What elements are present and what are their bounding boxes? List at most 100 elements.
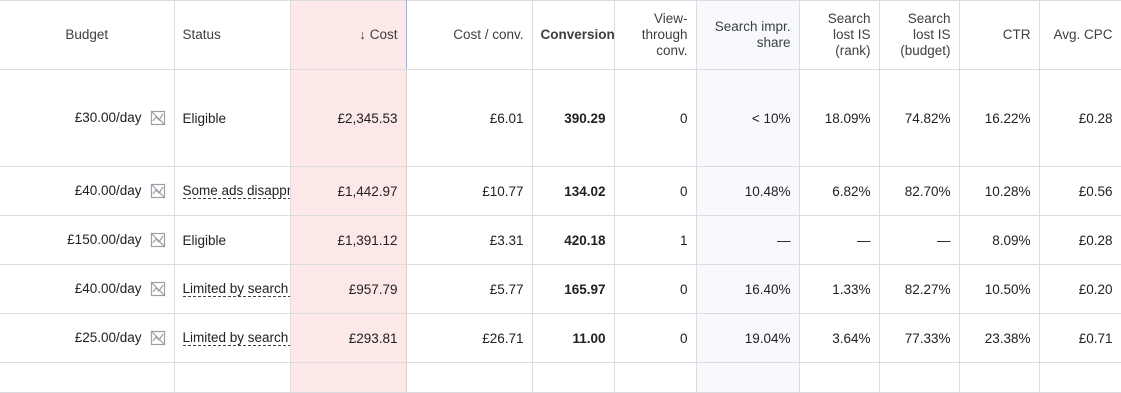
budget-chart-off-icon[interactable]: [150, 183, 166, 199]
cell-cost-per-conv: £6.01: [406, 69, 533, 167]
header-lost-is-budget[interactable]: Search lost IS (budget): [879, 0, 960, 70]
cell-avg-cpc: £0.56: [1039, 166, 1121, 216]
cell-budget[interactable]: £25.00/day: [0, 313, 175, 363]
cell-budget[interactable]: £40.00/day: [0, 166, 175, 216]
cell-ctr: 10.50%: [959, 264, 1040, 314]
cell-cost: £293.81: [289, 313, 407, 363]
cell-lost-is-budget: 82.70%: [879, 166, 960, 216]
budget-value[interactable]: £30.00/day: [75, 110, 142, 125]
cell-ctr: 10.28%: [959, 166, 1040, 216]
cell-budget[interactable]: £40.00/day: [0, 264, 175, 314]
cell-status: Eligible: [174, 215, 291, 265]
budget-value[interactable]: £150.00/day: [67, 232, 141, 247]
cell-budget[interactable]: £150.00/day: [0, 215, 175, 265]
cell-view-through: 0: [614, 264, 697, 314]
status-text[interactable]: Limited by search volume: [182, 331, 289, 346]
header-view-through[interactable]: View-through conv.: [614, 0, 697, 70]
budget-value[interactable]: £40.00/day: [75, 183, 142, 198]
empty-cell: [406, 362, 533, 393]
cell-lost-is-rank: 1.33%: [799, 264, 880, 314]
cell-cost-per-conv: £3.31: [406, 215, 533, 265]
header-cost-label: Cost: [369, 27, 398, 42]
cell-lost-is-rank: 18.09%: [799, 69, 880, 167]
cell-search-impr-share: 16.40%: [696, 264, 800, 314]
table-row[interactable]: £30.00/day Eligible £2,345.53 £6.01 390.29 0 <…: [0, 69, 1121, 167]
cell-cost-per-conv: £5.77: [406, 264, 533, 314]
empty-cell: [614, 362, 697, 393]
status-text: Eligible: [182, 232, 227, 248]
cell-cost: £2,345.53: [289, 69, 407, 167]
empty-cell: [879, 362, 960, 393]
cell-cost: £957.79: [289, 264, 407, 314]
cell-search-impr-share: 19.04%: [696, 313, 800, 363]
cell-avg-cpc: £0.71: [1039, 313, 1121, 363]
table-row[interactable]: £40.00/daySome ads disapproved£1,442.97£…: [0, 166, 1121, 216]
cell-avg-cpc: £0.28: [1039, 69, 1121, 167]
cell-lost-is-budget: 82.27%: [879, 264, 960, 314]
header-avg-cpc[interactable]: Avg. CPC: [1039, 0, 1121, 70]
cell-view-through: 0: [614, 69, 697, 167]
cell-status: Eligible: [174, 69, 291, 167]
status-text: Eligible: [182, 110, 227, 126]
arrow-down-icon: ↓: [359, 27, 366, 42]
table-row: [0, 362, 1121, 393]
cell-lost-is-budget: 74.82%: [879, 69, 960, 167]
cell-avg-cpc: £0.28: [1039, 215, 1121, 265]
cell-cost-per-conv: £26.71: [406, 313, 533, 363]
cell-search-impr-share: —: [696, 215, 800, 265]
cell-lost-is-rank: —: [799, 215, 880, 265]
status-text[interactable]: Some ads disapproved: [182, 184, 289, 199]
header-ctr[interactable]: CTR: [959, 0, 1040, 70]
cell-lost-is-rank: 6.82%: [799, 166, 880, 216]
header-conversions[interactable]: Conversions: [532, 0, 615, 70]
budget-value[interactable]: £40.00/day: [75, 281, 142, 296]
empty-cell: [696, 362, 800, 393]
header-search-impr-share[interactable]: Search impr. share: [696, 0, 800, 70]
cell-conversions: 420.18: [532, 215, 615, 265]
campaign-table: Budget Status ↓ Cost Cost / conv. Convers…: [0, 0, 1121, 393]
table-row[interactable]: £40.00/day Limited by search volume£957.7…: [0, 264, 1121, 314]
cell-conversions: 11.00: [532, 313, 615, 363]
budget-chart-off-icon[interactable]: [150, 110, 166, 126]
cell-conversions: 390.29: [532, 69, 615, 167]
header-budget[interactable]: Budget: [0, 0, 175, 70]
cell-search-impr-share: 10.48%: [696, 166, 800, 216]
cell-cost-per-conv: £10.77: [406, 166, 533, 216]
empty-cell: [1039, 362, 1121, 393]
header-cost[interactable]: ↓ Cost: [289, 0, 407, 70]
cell-cost: £1,391.12: [289, 215, 407, 265]
cell-view-through: 1: [614, 215, 697, 265]
header-cost-per-conv[interactable]: Cost / conv.: [406, 0, 533, 70]
header-lost-is-rank[interactable]: Search lost IS (rank): [799, 0, 880, 70]
cell-view-through: 0: [614, 313, 697, 363]
cell-status[interactable]: Limited by search volume: [174, 264, 291, 314]
table-row[interactable]: £150.00/day Eligible £1,391.12 £3.31 420.18 1…: [0, 215, 1121, 265]
cell-status[interactable]: Limited by search volume: [174, 313, 291, 363]
cell-ctr: 16.22%: [959, 69, 1040, 167]
cell-ctr: 8.09%: [959, 215, 1040, 265]
budget-chart-off-icon[interactable]: [150, 330, 166, 346]
empty-cell: [959, 362, 1040, 393]
empty-cell: [289, 362, 407, 393]
cell-ctr: 23.38%: [959, 313, 1040, 363]
cell-conversions: 134.02: [532, 166, 615, 216]
empty-cell: [0, 362, 175, 393]
cell-lost-is-budget: —: [879, 215, 960, 265]
header-status[interactable]: Status: [174, 0, 291, 70]
status-text[interactable]: Limited by search volume: [182, 282, 289, 297]
cell-search-impr-share: < 10%: [696, 69, 800, 167]
cell-budget[interactable]: £30.00/day: [0, 69, 175, 167]
empty-cell: [532, 362, 615, 393]
budget-value[interactable]: £25.00/day: [75, 330, 142, 345]
budget-chart-off-icon[interactable]: [150, 281, 166, 297]
cell-conversions: 165.97: [532, 264, 615, 314]
empty-cell: [799, 362, 880, 393]
cell-cost: £1,442.97: [289, 166, 407, 216]
cell-status[interactable]: Some ads disapproved: [174, 166, 291, 216]
empty-cell: [174, 362, 291, 393]
cell-lost-is-budget: 77.33%: [879, 313, 960, 363]
budget-chart-off-icon[interactable]: [150, 232, 166, 248]
cell-lost-is-rank: 3.64%: [799, 313, 880, 363]
cell-avg-cpc: £0.20: [1039, 264, 1121, 314]
table-row[interactable]: £25.00/day Limited by search volume£293.8…: [0, 313, 1121, 363]
